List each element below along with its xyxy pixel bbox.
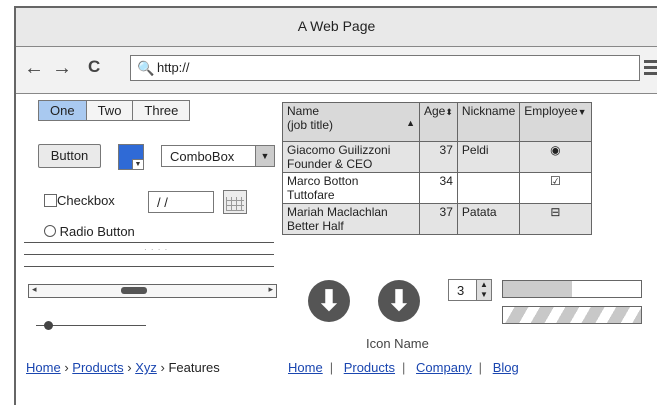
browser-window: A Web Page ← → C 🔍 http:// One Two Three… (14, 6, 657, 405)
cell-name-text: Marco Botton (287, 174, 359, 188)
color-picker[interactable]: ▼ (118, 144, 144, 170)
striped-progress-bar (502, 306, 642, 324)
progress-fill (503, 281, 572, 297)
sort-down-icon: ▼ (577, 107, 587, 117)
header-employee[interactable]: Employee▼ (519, 102, 592, 142)
download-arrow-icon[interactable]: ⬇ (378, 280, 420, 322)
cell-name: Marco Botton Tuttofare (282, 172, 420, 204)
breadcrumb-separator: › (160, 360, 165, 375)
data-table: Name (job title) ▲ Age⬍ Nickname Employee… (282, 102, 592, 235)
window-title: A Web Page (16, 8, 657, 47)
cell-nickname: Patata (456, 203, 521, 235)
link-products[interactable]: Products (344, 360, 395, 375)
divider (24, 242, 274, 243)
radio-button[interactable]: Radio Button (44, 224, 135, 239)
sort-up-icon: ▲ (406, 118, 415, 128)
checkbox-label: Checkbox (57, 193, 115, 208)
tab-three[interactable]: Three (133, 101, 190, 120)
cell-nickname: Peldi (456, 141, 521, 173)
button[interactable]: Button (38, 144, 101, 168)
table-header-row: Name (job title) ▲ Age⬍ Nickname Employee… (282, 102, 592, 142)
cell-name: Giacomo Guilizzoni Founder & CEO (282, 141, 420, 173)
download-arrow-icon[interactable]: ⬇ (308, 280, 350, 322)
header-employee-label: Employee (524, 104, 578, 118)
resize-grip-icon[interactable]: · · · · (144, 245, 168, 254)
breadcrumb-current: Features (168, 360, 220, 375)
numeric-stepper[interactable]: 3 ▲ ▼ (448, 279, 492, 301)
combobox[interactable]: ComboBox ▼ (161, 145, 275, 167)
scroll-left-icon[interactable]: ◂ (32, 284, 37, 295)
sort-icon: ⬍ (445, 107, 453, 117)
browser-toolbar: ← → C 🔍 http:// (16, 47, 657, 94)
page-content: One Two Three Button ▼ ComboBox ▼ Checkb… (16, 94, 657, 404)
cell-title-text: Tuttofare (287, 188, 335, 202)
table-row[interactable]: Mariah Maclachlan Better Half 37 Patata ⊟ (282, 203, 592, 235)
breadcrumb: Home › Products › Xyz › Features (26, 360, 220, 375)
radio-circle[interactable] (44, 225, 56, 237)
radio-icon[interactable]: ◉ (519, 141, 592, 173)
breadcrumb-products[interactable]: Products (72, 360, 123, 375)
forward-arrow-icon[interactable]: → (52, 57, 72, 80)
divider (24, 254, 274, 255)
header-age[interactable]: Age⬍ (419, 102, 458, 142)
scroll-right-icon[interactable]: ▸ (268, 284, 273, 295)
header-name-label: Name (job title) (287, 104, 334, 132)
menu-icon[interactable] (644, 57, 657, 77)
breadcrumb-separator: › (127, 360, 132, 375)
stepper-value: 3 (457, 283, 465, 298)
header-nickname[interactable]: Nickname (456, 102, 521, 142)
combobox-value: ComboBox (170, 149, 235, 164)
horizontal-scrollbar[interactable]: ◂ ▸ (28, 284, 277, 298)
checkbox-box[interactable] (44, 194, 57, 207)
cell-age: 34 (419, 172, 458, 204)
tab-one[interactable]: One (39, 101, 87, 120)
cell-name-text: Giacomo Guilizzoni (287, 143, 391, 157)
link-company[interactable]: Company (416, 360, 472, 375)
cell-age: 37 (419, 141, 458, 173)
stepper-arrows-icon[interactable]: ▲ ▼ (476, 280, 491, 300)
breadcrumb-separator: › (64, 360, 69, 375)
tab-two[interactable]: Two (86, 101, 134, 120)
cell-name: Mariah Maclachlan Better Half (282, 203, 420, 235)
cell-nickname (456, 172, 521, 204)
radio-label: Radio Button (59, 224, 135, 239)
chevron-down-icon: ▼ (132, 159, 143, 169)
checkbox[interactable]: Checkbox (44, 193, 115, 208)
calendar-icon[interactable] (223, 190, 247, 214)
url-field[interactable]: 🔍 http:// (130, 55, 640, 81)
slider-knob[interactable] (44, 321, 53, 330)
cell-title-text: Founder & CEO (287, 157, 373, 171)
header-name[interactable]: Name (job title) ▲ (282, 102, 420, 142)
scrollbar-thumb[interactable] (121, 287, 147, 294)
icon-label: Icon Name (366, 336, 429, 351)
date-field[interactable]: / / (148, 191, 214, 213)
slider[interactable] (36, 321, 146, 330)
link-blog[interactable]: Blog (493, 360, 519, 375)
dropdown-icon[interactable]: ⊟ (519, 203, 592, 235)
cell-age: 37 (419, 203, 458, 235)
cell-name-text: Mariah Maclachlan (287, 205, 388, 219)
breadcrumb-xyz[interactable]: Xyz (135, 360, 157, 375)
chevron-down-icon: ▼ (255, 146, 274, 166)
checkbox-icon[interactable]: ☑ (519, 172, 592, 204)
table-row[interactable]: Giacomo Guilizzoni Founder & CEO 37 Peldi… (282, 141, 592, 173)
progress-bar (502, 280, 642, 298)
back-arrow-icon[interactable]: ← (24, 57, 44, 80)
breadcrumb-home[interactable]: Home (26, 360, 61, 375)
url-text: http:// (157, 60, 190, 75)
reload-icon[interactable]: C (88, 57, 100, 77)
header-age-label: Age (424, 104, 446, 118)
table-row[interactable]: Marco Botton Tuttofare 34 ☑ (282, 172, 592, 204)
link-home[interactable]: Home (288, 360, 323, 375)
divider (24, 266, 274, 267)
cell-title-text: Better Half (287, 219, 344, 233)
tab-bar: One Two Three (38, 100, 191, 121)
link-bar: Home | Products | Company | Blog (288, 360, 519, 375)
search-icon: 🔍 (137, 60, 155, 76)
